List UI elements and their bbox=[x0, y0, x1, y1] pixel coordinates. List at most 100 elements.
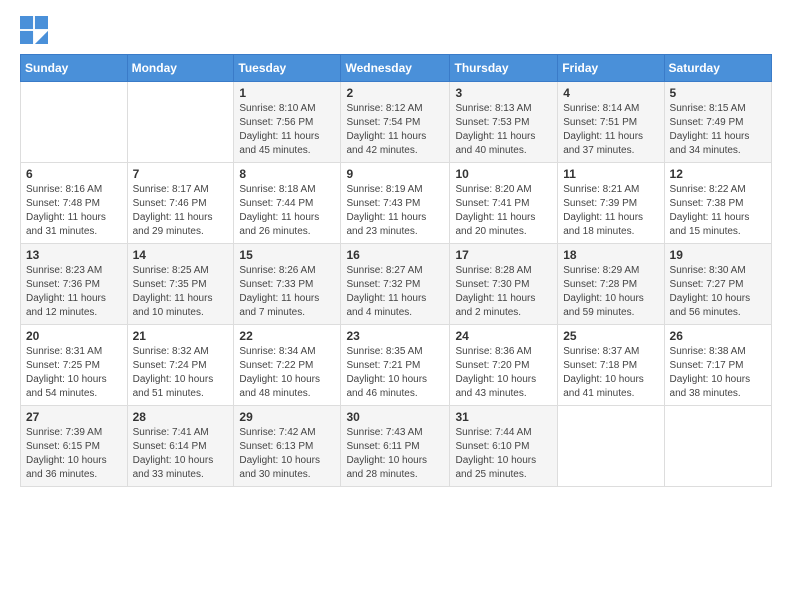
day-info: Sunrise: 8:13 AM Sunset: 7:53 PM Dayligh… bbox=[455, 102, 552, 158]
calendar-cell: 1 Sunrise: 8:10 AM Sunset: 7:56 PM Daylig… bbox=[234, 82, 341, 163]
calendar-cell: 10 Sunrise: 8:20 AM Sunset: 7:41 PM Dayli… bbox=[450, 163, 558, 244]
day-number: 27 bbox=[26, 410, 122, 424]
day-number: 22 bbox=[239, 329, 335, 343]
day-number: 25 bbox=[563, 329, 658, 343]
calendar-week-5: 27 Sunrise: 7:39 AM Sunset: 6:15 PM Dayli… bbox=[21, 406, 772, 487]
day-number: 11 bbox=[563, 167, 658, 181]
weekday-tuesday: Tuesday bbox=[234, 55, 341, 82]
day-number: 8 bbox=[239, 167, 335, 181]
calendar-cell: 2Sunrise: 8:12 AM Sunset: 7:54 PM Daylig… bbox=[341, 82, 450, 163]
day-number: 23 bbox=[346, 329, 444, 343]
day-number: 19 bbox=[670, 248, 766, 262]
day-info: Sunrise: 8:23 AM Sunset: 7:36 PM Dayligh… bbox=[26, 264, 122, 320]
calendar-cell: 29 Sunrise: 7:42 AM Sunset: 6:13 PM Dayli… bbox=[234, 406, 341, 487]
day-info: Sunrise: 8:35 AM Sunset: 7:21 PM Dayligh… bbox=[346, 345, 444, 401]
calendar-cell: 26 Sunrise: 8:38 AM Sunset: 7:17 PM Dayli… bbox=[664, 325, 771, 406]
day-info: Sunrise: 8:12 AM Sunset: 7:54 PM Dayligh… bbox=[346, 102, 444, 158]
day-info: Sunrise: 8:15 AM Sunset: 7:49 PM Dayligh… bbox=[670, 102, 766, 158]
calendar-cell: 30Sunrise: 7:43 AM Sunset: 6:11 PM Dayli… bbox=[341, 406, 450, 487]
day-info: Sunrise: 8:19 AM Sunset: 7:43 PM Dayligh… bbox=[346, 183, 444, 239]
day-info: Sunrise: 8:22 AM Sunset: 7:38 PM Dayligh… bbox=[670, 183, 766, 239]
calendar-cell bbox=[558, 406, 664, 487]
calendar-cell: 22Sunrise: 8:34 AM Sunset: 7:22 PM Dayli… bbox=[234, 325, 341, 406]
day-number: 17 bbox=[455, 248, 552, 262]
day-info: Sunrise: 7:42 AM Sunset: 6:13 PM Dayligh… bbox=[239, 426, 335, 482]
day-info: Sunrise: 8:30 AM Sunset: 7:27 PM Dayligh… bbox=[670, 264, 766, 320]
calendar-cell: 18 Sunrise: 8:29 AM Sunset: 7:28 PM Dayli… bbox=[558, 244, 664, 325]
calendar-cell: 21 Sunrise: 8:32 AM Sunset: 7:24 PM Dayli… bbox=[127, 325, 234, 406]
calendar-cell: 15Sunrise: 8:26 AM Sunset: 7:33 PM Dayli… bbox=[234, 244, 341, 325]
day-info: Sunrise: 8:27 AM Sunset: 7:32 PM Dayligh… bbox=[346, 264, 444, 320]
day-number: 14 bbox=[133, 248, 229, 262]
day-number: 28 bbox=[133, 410, 229, 424]
calendar: SundayMondayTuesdayWednesdayThursdayFrid… bbox=[20, 54, 772, 487]
calendar-cell: 12 Sunrise: 8:22 AM Sunset: 7:38 PM Dayli… bbox=[664, 163, 771, 244]
calendar-week-4: 20 Sunrise: 8:31 AM Sunset: 7:25 PM Dayli… bbox=[21, 325, 772, 406]
calendar-cell: 11Sunrise: 8:21 AM Sunset: 7:39 PM Dayli… bbox=[558, 163, 664, 244]
day-number: 15 bbox=[239, 248, 335, 262]
day-number: 5 bbox=[670, 86, 766, 100]
day-number: 3 bbox=[455, 86, 552, 100]
calendar-week-2: 6Sunrise: 8:16 AM Sunset: 7:48 PM Daylig… bbox=[21, 163, 772, 244]
day-info: Sunrise: 8:38 AM Sunset: 7:17 PM Dayligh… bbox=[670, 345, 766, 401]
day-info: Sunrise: 8:31 AM Sunset: 7:25 PM Dayligh… bbox=[26, 345, 122, 401]
calendar-cell: 13 Sunrise: 8:23 AM Sunset: 7:36 PM Dayli… bbox=[21, 244, 128, 325]
day-number: 4 bbox=[563, 86, 658, 100]
calendar-cell: 24 Sunrise: 8:36 AM Sunset: 7:20 PM Dayli… bbox=[450, 325, 558, 406]
day-info: Sunrise: 8:37 AM Sunset: 7:18 PM Dayligh… bbox=[563, 345, 658, 401]
day-info: Sunrise: 8:10 AM Sunset: 7:56 PM Dayligh… bbox=[239, 102, 335, 158]
day-number: 29 bbox=[239, 410, 335, 424]
day-info: Sunrise: 8:29 AM Sunset: 7:28 PM Dayligh… bbox=[563, 264, 658, 320]
day-number: 7 bbox=[133, 167, 229, 181]
weekday-monday: Monday bbox=[127, 55, 234, 82]
weekday-wednesday: Wednesday bbox=[341, 55, 450, 82]
day-number: 21 bbox=[133, 329, 229, 343]
day-number: 18 bbox=[563, 248, 658, 262]
day-number: 26 bbox=[670, 329, 766, 343]
day-info: Sunrise: 8:14 AM Sunset: 7:51 PM Dayligh… bbox=[563, 102, 658, 158]
calendar-cell: 17 Sunrise: 8:28 AM Sunset: 7:30 PM Dayli… bbox=[450, 244, 558, 325]
day-info: Sunrise: 7:41 AM Sunset: 6:14 PM Dayligh… bbox=[133, 426, 229, 482]
day-info: Sunrise: 7:39 AM Sunset: 6:15 PM Dayligh… bbox=[26, 426, 122, 482]
calendar-cell bbox=[21, 82, 128, 163]
day-info: Sunrise: 8:17 AM Sunset: 7:46 PM Dayligh… bbox=[133, 183, 229, 239]
calendar-cell: 16Sunrise: 8:27 AM Sunset: 7:32 PM Dayli… bbox=[341, 244, 450, 325]
day-info: Sunrise: 8:20 AM Sunset: 7:41 PM Dayligh… bbox=[455, 183, 552, 239]
day-info: Sunrise: 7:44 AM Sunset: 6:10 PM Dayligh… bbox=[455, 426, 552, 482]
weekday-friday: Friday bbox=[558, 55, 664, 82]
weekday-row: SundayMondayTuesdayWednesdayThursdayFrid… bbox=[21, 55, 772, 82]
day-number: 30 bbox=[346, 410, 444, 424]
calendar-cell: 8 Sunrise: 8:18 AM Sunset: 7:44 PM Daylig… bbox=[234, 163, 341, 244]
day-info: Sunrise: 8:18 AM Sunset: 7:44 PM Dayligh… bbox=[239, 183, 335, 239]
day-number: 24 bbox=[455, 329, 552, 343]
day-info: Sunrise: 8:28 AM Sunset: 7:30 PM Dayligh… bbox=[455, 264, 552, 320]
page-header bbox=[20, 16, 772, 44]
day-number: 9 bbox=[346, 167, 444, 181]
calendar-cell: 20 Sunrise: 8:31 AM Sunset: 7:25 PM Dayli… bbox=[21, 325, 128, 406]
calendar-cell: 6Sunrise: 8:16 AM Sunset: 7:48 PM Daylig… bbox=[21, 163, 128, 244]
calendar-week-1: 1 Sunrise: 8:10 AM Sunset: 7:56 PM Daylig… bbox=[21, 82, 772, 163]
calendar-cell bbox=[664, 406, 771, 487]
logo bbox=[20, 16, 52, 44]
calendar-cell: 4 Sunrise: 8:14 AM Sunset: 7:51 PM Daylig… bbox=[558, 82, 664, 163]
day-number: 12 bbox=[670, 167, 766, 181]
logo-icon bbox=[20, 16, 48, 44]
calendar-cell: 19 Sunrise: 8:30 AM Sunset: 7:27 PM Dayli… bbox=[664, 244, 771, 325]
day-info: Sunrise: 8:16 AM Sunset: 7:48 PM Dayligh… bbox=[26, 183, 122, 239]
day-number: 10 bbox=[455, 167, 552, 181]
day-info: Sunrise: 8:36 AM Sunset: 7:20 PM Dayligh… bbox=[455, 345, 552, 401]
day-number: 31 bbox=[455, 410, 552, 424]
calendar-cell: 7 Sunrise: 8:17 AM Sunset: 7:46 PM Daylig… bbox=[127, 163, 234, 244]
weekday-sunday: Sunday bbox=[21, 55, 128, 82]
day-number: 20 bbox=[26, 329, 122, 343]
calendar-header: SundayMondayTuesdayWednesdayThursdayFrid… bbox=[21, 55, 772, 82]
day-number: 13 bbox=[26, 248, 122, 262]
weekday-thursday: Thursday bbox=[450, 55, 558, 82]
day-number: 1 bbox=[239, 86, 335, 100]
day-info: Sunrise: 8:32 AM Sunset: 7:24 PM Dayligh… bbox=[133, 345, 229, 401]
calendar-cell: 28 Sunrise: 7:41 AM Sunset: 6:14 PM Dayli… bbox=[127, 406, 234, 487]
calendar-body: 1 Sunrise: 8:10 AM Sunset: 7:56 PM Daylig… bbox=[21, 82, 772, 487]
calendar-cell: 5 Sunrise: 8:15 AM Sunset: 7:49 PM Daylig… bbox=[664, 82, 771, 163]
weekday-saturday: Saturday bbox=[664, 55, 771, 82]
calendar-cell: 9 Sunrise: 8:19 AM Sunset: 7:43 PM Daylig… bbox=[341, 163, 450, 244]
